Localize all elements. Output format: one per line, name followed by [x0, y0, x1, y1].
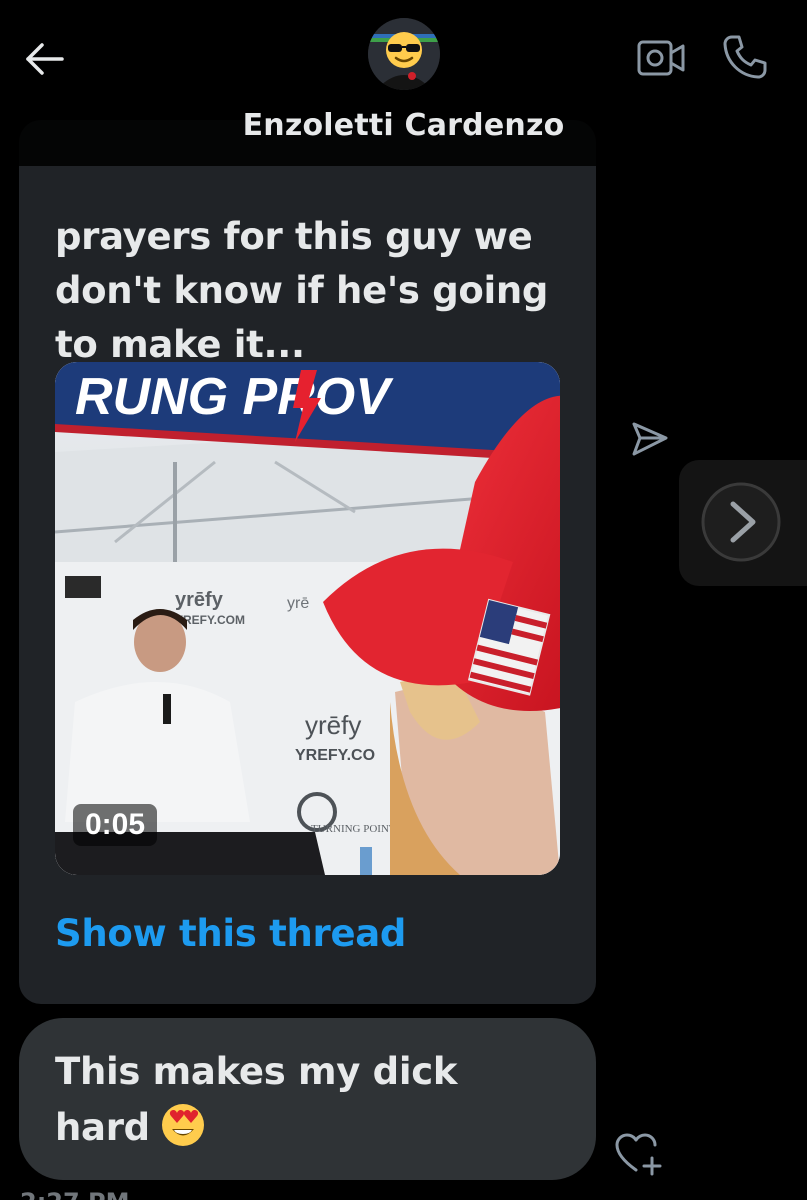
video-thumbnail[interactable]: RUNG PROV yrēfy YREFY.COM yrē yrēfy YREF…: [55, 362, 560, 875]
video-frame-illustration: RUNG PROV yrēfy YREFY.COM yrē yrēfy YREF…: [55, 362, 560, 875]
sponsor-sign-4: yrēfy: [305, 710, 361, 740]
banner-text: RUNG PROV: [75, 368, 394, 426]
tweet-text-line: don't know if he's going: [55, 269, 549, 312]
sponsor-sign-5: YREFY.CO: [295, 747, 375, 764]
video-call-icon[interactable]: [636, 36, 686, 80]
video-duration-badge: 0:05: [73, 804, 158, 846]
add-reaction-heart-icon[interactable]: [614, 1132, 664, 1176]
show-thread-link[interactable]: Show this thread: [55, 912, 406, 955]
next-media-button[interactable]: [679, 460, 807, 586]
message-line: This makes my dick: [55, 1050, 458, 1093]
conversation-header: Enzoletti Cardenzo: [0, 0, 807, 166]
chevron-right-icon: [701, 482, 781, 562]
message-line: hard: [55, 1106, 150, 1149]
contact-name[interactable]: Enzoletti Cardenzo: [0, 108, 807, 143]
contact-avatar[interactable]: [368, 18, 440, 90]
message-text: This makes my dick hard: [55, 1044, 575, 1164]
sponsor-sign-1: yrēfy: [175, 589, 224, 611]
dm-conversation-screen: prayers for this guy we don't know if he…: [0, 0, 807, 1200]
share-icon[interactable]: [628, 418, 670, 460]
tweet-text: prayers for this guy we don't know if he…: [55, 156, 555, 372]
sponsor-sign-3: yrē: [287, 595, 309, 612]
message-timestamp: 2:27 PM: [20, 1188, 130, 1200]
message-bubble[interactable]: This makes my dick hard: [19, 1018, 596, 1180]
phone-icon[interactable]: [720, 32, 770, 82]
shared-tweet-card[interactable]: prayers for this guy we don't know if he…: [19, 120, 596, 1004]
message-line-with-emoji: hard: [55, 1100, 575, 1164]
heart-eyes-emoji-icon: [160, 1102, 206, 1164]
tweet-text-line: prayers for this guy we: [55, 215, 533, 258]
back-arrow-icon[interactable]: [22, 36, 68, 82]
